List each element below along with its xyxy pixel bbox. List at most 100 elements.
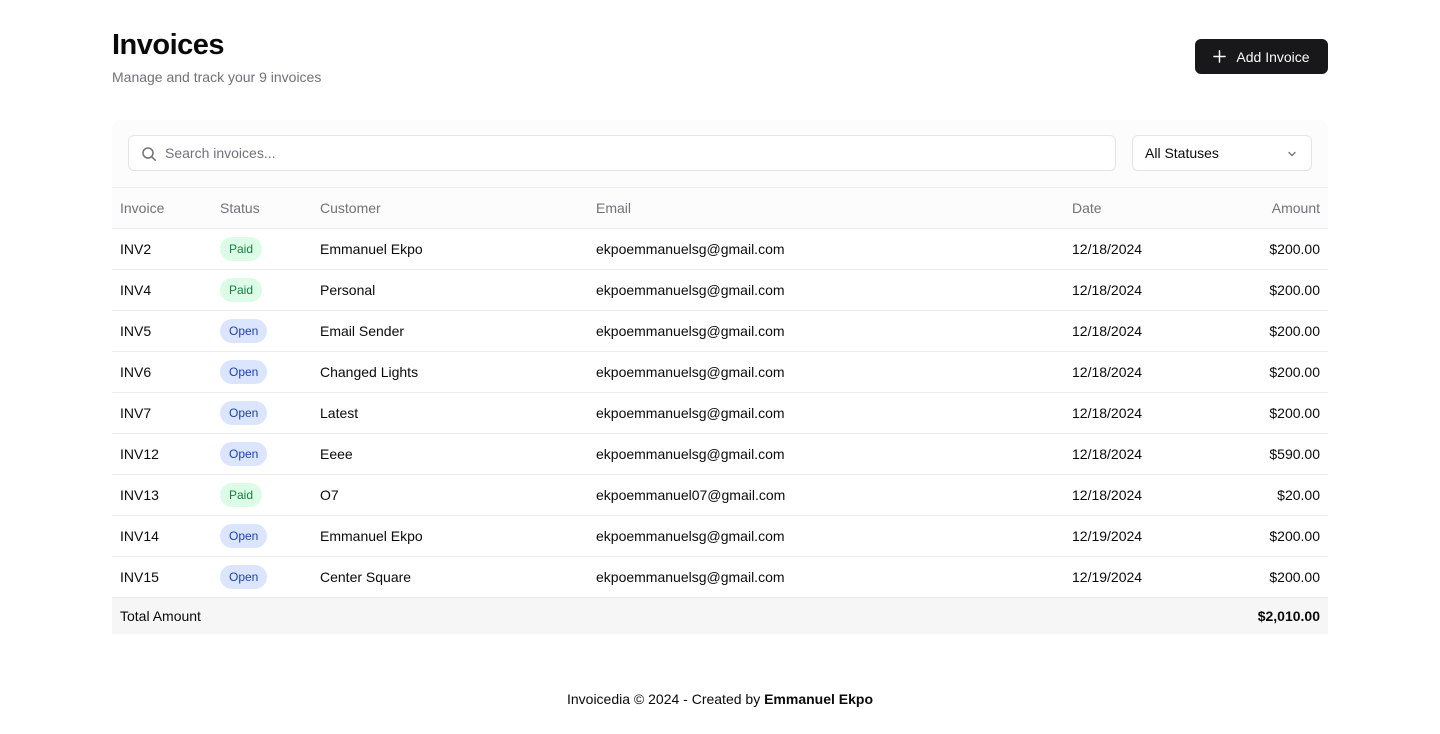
status-badge: Open: [220, 319, 268, 343]
footer-text: Invoicedia © 2024 - Created by: [566, 691, 761, 707]
total-label: Total Amount: [120, 607, 201, 624]
page-subtitle: Manage and track your 9 invoices: [112, 69, 322, 85]
search-box: [128, 135, 1116, 171]
invoice-cell: INV5: [120, 323, 152, 339]
amount-cell: $200.00: [1269, 241, 1320, 257]
total-row: Total Amount $2,010.00: [112, 597, 1328, 634]
amount-cell: $200.00: [1269, 364, 1320, 380]
page-header: Invoices Manage and track your 9 invoice…: [112, 0, 1328, 120]
invoices-card: All Statuses Invoice Status Customer Ema…: [112, 120, 1328, 634]
amount-cell: $200.00: [1269, 323, 1320, 339]
status-badge: Open: [220, 401, 268, 425]
amount-cell: $200.00: [1269, 405, 1320, 421]
customer-cell: O7: [320, 487, 339, 503]
email-cell: ekpoemmanuelsg@gmail.com: [596, 323, 785, 339]
customer-cell: Email Sender: [320, 323, 405, 339]
email-cell: ekpoemmanuelsg@gmail.com: [596, 405, 785, 421]
status-cell: Open: [212, 393, 312, 434]
status-cell: Paid: [212, 229, 312, 270]
status-cell: Paid: [212, 270, 312, 311]
amount-cell: $200.00: [1269, 282, 1320, 298]
page: Invoices Manage and track your 9 invoice…: [112, 0, 1328, 634]
column-header-date[interactable]: Date: [1064, 187, 1184, 229]
status-badge: Open: [220, 442, 268, 466]
amount-cell: $20.00: [1277, 487, 1320, 503]
table-row[interactable]: INV5 Open Email Sender ekpoemmanuelsg@gmail…: [112, 310, 1328, 352]
total-amount: $2,010.00: [1257, 607, 1320, 624]
plus-icon: [1213, 50, 1227, 63]
table-row[interactable]: INV14 Open Emmanuel Ekpo ekpoemmanuelsg@gma…: [112, 515, 1328, 557]
footer-author-link[interactable]: Emmanuel Ekpo: [764, 691, 873, 707]
status-badge: Open: [220, 565, 268, 589]
table-row[interactable]: INV4 Paid Personal ekpoemmanuelsg@gmail.com…: [112, 269, 1328, 311]
amount-cell: $200.00: [1269, 528, 1320, 544]
email-cell: ekpoemmanuel07@gmail.com: [596, 487, 786, 503]
amount-cell: $590.00: [1269, 446, 1320, 462]
status-badge: Open: [220, 360, 268, 384]
column-header-status[interactable]: Status: [212, 187, 312, 229]
date-cell: 12/18/2024: [1072, 323, 1143, 339]
email-cell: ekpoemmanuelsg@gmail.com: [596, 569, 785, 585]
invoice-cell: INV6: [120, 364, 152, 380]
date-cell: 12/18/2024: [1072, 405, 1143, 421]
table-row[interactable]: INV6 Open Changed Lights ekpoemmanuelsg@gma…: [112, 351, 1328, 393]
date-cell: 12/19/2024: [1072, 569, 1143, 585]
email-cell: ekpoemmanuelsg@gmail.com: [596, 364, 785, 380]
date-cell: 12/18/2024: [1072, 282, 1143, 298]
email-cell: ekpoemmanuelsg@gmail.com: [596, 282, 785, 298]
add-invoice-button[interactable]: Add Invoice: [1195, 39, 1328, 74]
amount-cell: $200.00: [1269, 569, 1320, 585]
search-icon: [142, 147, 156, 161]
table-row[interactable]: INV15 Open Center Square ekpoemmanuelsg@gma…: [112, 556, 1328, 598]
invoice-cell: INV14: [120, 528, 159, 544]
column-header-customer[interactable]: Customer: [312, 187, 588, 229]
invoice-cell: INV2: [120, 241, 152, 257]
status-badge: Paid: [220, 483, 263, 507]
add-invoice-label: Add Invoice: [1236, 48, 1310, 65]
email-cell: ekpoemmanuelsg@gmail.com: [596, 241, 785, 257]
invoice-cell: INV13: [120, 487, 159, 503]
customer-cell: Emmanuel Ekpo: [320, 528, 423, 544]
status-cell: Open: [212, 352, 312, 393]
date-cell: 12/19/2024: [1072, 528, 1143, 544]
page-footer: Invoicedia © 2024 - Created by Emmanuel …: [0, 691, 1440, 707]
date-cell: 12/18/2024: [1072, 487, 1143, 503]
invoice-cell: INV15: [120, 569, 159, 585]
status-filter-value: All Statuses: [1145, 145, 1219, 161]
invoice-cell: INV4: [120, 282, 152, 298]
date-cell: 12/18/2024: [1072, 446, 1143, 462]
email-cell: ekpoemmanuelsg@gmail.com: [596, 528, 785, 544]
table-row[interactable]: INV2 Paid Emmanuel Ekpo ekpoemmanuelsg@gmai…: [112, 228, 1328, 270]
table-header-row: Invoice Status Customer Email Date Amoun…: [112, 187, 1328, 229]
status-cell: Open: [212, 434, 312, 475]
status-badge: Paid: [220, 237, 263, 261]
status-cell: Paid: [212, 475, 312, 516]
status-cell: Open: [212, 516, 312, 557]
table-row[interactable]: INV13 Paid O7 ekpoemmanuel07@gmail.com 12/18…: [112, 474, 1328, 516]
invoices-table: Invoice Status Customer Email Date Amoun…: [112, 187, 1328, 634]
status-badge: Open: [220, 524, 268, 548]
table-row[interactable]: INV7 Open Latest ekpoemmanuelsg@gmail.com 12…: [112, 392, 1328, 434]
invoice-cell: INV12: [120, 446, 159, 462]
column-header-amount[interactable]: Amount: [1184, 187, 1328, 229]
chevron-down-icon: [1288, 151, 1296, 157]
status-filter-select[interactable]: All Statuses: [1132, 135, 1312, 171]
customer-cell: Center Square: [320, 569, 412, 585]
table-toolbar: All Statuses: [128, 135, 1312, 171]
email-cell: ekpoemmanuelsg@gmail.com: [596, 446, 785, 462]
customer-cell: Emmanuel Ekpo: [320, 241, 423, 257]
date-cell: 12/18/2024: [1072, 364, 1143, 380]
table-row[interactable]: INV12 Open Eeee ekpoemmanuelsg@gmail.com 12/…: [112, 433, 1328, 475]
customer-cell: Personal: [320, 282, 376, 298]
column-header-email[interactable]: Email: [588, 187, 1064, 229]
status-cell: Open: [212, 557, 312, 598]
search-input[interactable]: [129, 136, 1115, 170]
customer-cell: Latest: [320, 405, 359, 421]
status-cell: Open: [212, 311, 312, 352]
customer-cell: Eeee: [320, 446, 353, 462]
date-cell: 12/18/2024: [1072, 241, 1143, 257]
column-header-invoice[interactable]: Invoice: [112, 187, 212, 229]
customer-cell: Changed Lights: [320, 364, 419, 380]
invoice-cell: INV7: [120, 405, 152, 421]
status-badge: Paid: [220, 278, 263, 302]
